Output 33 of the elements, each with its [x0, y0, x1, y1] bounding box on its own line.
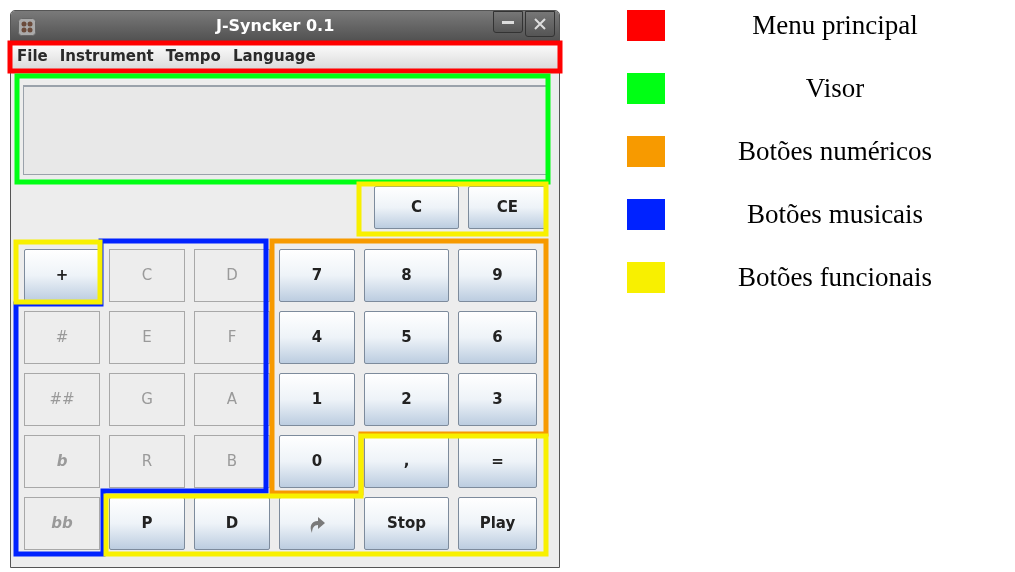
keypad-button[interactable]: 8: [364, 249, 449, 302]
menu-item[interactable]: File: [13, 45, 52, 68]
keypad-button[interactable]: 2: [364, 373, 449, 426]
keypad-button[interactable]: 3: [458, 373, 537, 426]
keypad-button[interactable]: Stop: [364, 497, 449, 550]
app-icon: [18, 17, 36, 36]
close-button[interactable]: [525, 11, 555, 37]
keypad-button[interactable]: D: [194, 497, 270, 550]
keypad-button[interactable]: 9: [458, 249, 537, 302]
minimize-button[interactable]: [493, 11, 523, 33]
legend-label: Menu principal: [751, 9, 919, 43]
keypad-button[interactable]: Play: [458, 497, 537, 550]
legend-label: Visor: [804, 72, 866, 106]
keypad-button[interactable]: 0: [279, 435, 355, 488]
minimize-icon: [502, 20, 514, 24]
keypad-button[interactable]: 6: [458, 311, 537, 364]
window-title: J-Syncker 0.1: [216, 16, 335, 36]
legend-label: Botões funcionais: [736, 261, 934, 295]
keypad-button[interactable]: 4: [279, 311, 355, 364]
keypad-button[interactable]: +: [24, 249, 100, 302]
close-icon: [534, 18, 546, 30]
clear-button[interactable]: C: [374, 186, 459, 229]
keypad-button[interactable]: 1: [279, 373, 355, 426]
clear-button[interactable]: CE: [468, 186, 547, 229]
legend-label: Botões numéricos: [736, 135, 934, 169]
keypad-button[interactable]: 5: [364, 311, 449, 364]
menu-item[interactable]: Tempo: [161, 45, 225, 68]
menu-item[interactable]: Language: [228, 45, 320, 68]
menu-item[interactable]: Instrument: [55, 45, 158, 68]
keypad-button[interactable]: P: [109, 497, 185, 550]
redo-button[interactable]: [279, 497, 355, 550]
keypad-button[interactable]: 7: [279, 249, 355, 302]
legend-label: Botões musicais: [745, 198, 925, 232]
